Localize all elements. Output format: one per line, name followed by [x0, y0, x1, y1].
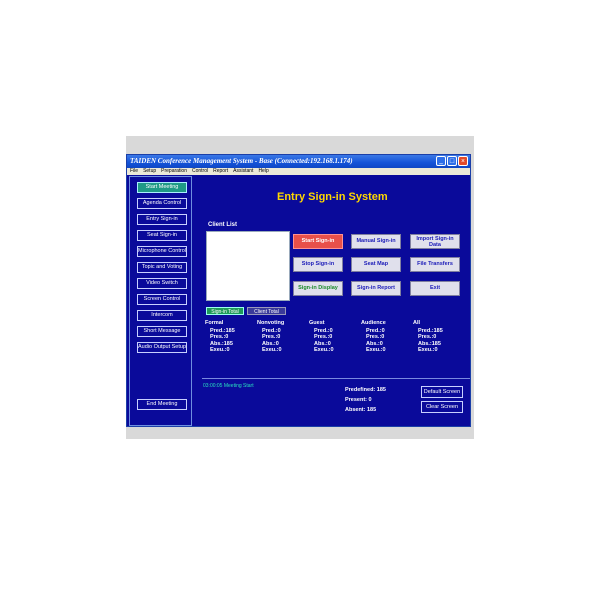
- client-list[interactable]: [206, 231, 290, 301]
- sidebar-item-video-switch[interactable]: Video Switch: [137, 278, 187, 289]
- stat-column-guest: Guest Pred.:0 Pres.:0 Abs.:0 Exeu.:0: [309, 320, 349, 354]
- close-icon[interactable]: ×: [458, 156, 468, 166]
- predefined-count: Predefined: 185: [345, 387, 386, 393]
- stat-header: All: [413, 320, 421, 326]
- sidebar-item-short-message[interactable]: Short Message: [137, 326, 187, 337]
- menu-report[interactable]: Report: [213, 168, 228, 175]
- sidebar-item-microphone-control[interactable]: Microphone Control: [137, 246, 187, 257]
- stat-header: Guest: [309, 320, 325, 326]
- menu-assistant[interactable]: Assistant: [233, 168, 253, 175]
- maximize-icon[interactable]: □: [447, 156, 457, 166]
- minimize-icon[interactable]: _: [436, 156, 446, 166]
- file-transfers-button[interactable]: File Transfers: [410, 257, 460, 272]
- menu-file[interactable]: File: [130, 168, 138, 175]
- stat-column-all: All Pred.:185 Pres.:0 Abs.:185 Exeu.:0: [413, 320, 453, 354]
- sidebar-item-entry-sign-in[interactable]: Entry Sign-in: [137, 214, 187, 225]
- page-title: Entry Sign-in System: [277, 191, 388, 203]
- stat-column-audience: Audience Pred.:0 Pres.:0 Abs.:0 Exeu.:0: [361, 320, 401, 354]
- stat-column-nonvoting: Nonvoting Pred.:0 Pres.:0 Abs.:0 Exeu.:0: [257, 320, 297, 354]
- sidebar: Start Meeting Agenda Control Entry Sign-…: [129, 176, 192, 426]
- divider: [202, 378, 470, 379]
- sidebar-item-topic-and-voting[interactable]: Topic and Voting: [137, 262, 187, 273]
- sidebar-item-screen-control[interactable]: Screen Control: [137, 294, 187, 305]
- sidebar-item-agenda-control[interactable]: Agenda Control: [137, 198, 187, 209]
- seat-map-button[interactable]: Seat Map: [351, 257, 401, 272]
- stat-header: Formal: [205, 320, 224, 326]
- sidebar-item-audio-output-setup[interactable]: Audio Output Setup: [137, 342, 187, 353]
- stop-sign-in-button[interactable]: Stop Sign-in: [293, 257, 343, 272]
- absent-count: Absent: 185: [345, 407, 377, 413]
- stat-exeu: Exeu.:0: [366, 347, 386, 353]
- menu-preparation[interactable]: Preparation: [161, 168, 187, 175]
- sidebar-item-start-meeting[interactable]: Start Meeting: [137, 182, 187, 193]
- start-sign-in-button[interactable]: Start Sign-in: [293, 234, 343, 249]
- stat-exeu: Exeu.:0: [418, 347, 438, 353]
- sidebar-item-seat-sign-in[interactable]: Seat Sign-in: [137, 230, 187, 241]
- stat-exeu: Exeu.:0: [314, 347, 334, 353]
- stat-exeu: Exeu.:0: [262, 347, 282, 353]
- tab-sign-in-total[interactable]: Sign-in Total: [206, 307, 244, 315]
- import-sign-in-data-button[interactable]: Import Sign-in Data: [410, 234, 460, 249]
- clear-screen-button[interactable]: Clear Screen: [421, 401, 463, 413]
- window-title: TAIDEN Conference Management System - Ba…: [130, 157, 353, 165]
- end-meeting-button[interactable]: End Meeting: [137, 399, 187, 410]
- tab-client-total[interactable]: Client Total: [247, 307, 286, 315]
- window-controls: _ □ ×: [436, 156, 468, 166]
- stat-column-formal: Formal Pred.:185 Pres.:0 Abs.:185 Exeu.:…: [205, 320, 245, 354]
- sidebar-item-intercom[interactable]: Intercom: [137, 310, 187, 321]
- sign-in-display-button[interactable]: Sign-in Display: [293, 281, 343, 296]
- client-list-label: Client List: [208, 222, 238, 228]
- menu-control[interactable]: Control: [192, 168, 208, 175]
- sign-in-report-button[interactable]: Sign-in Report: [351, 281, 401, 296]
- stat-exeu: Exeu.:0: [210, 347, 230, 353]
- app-window: TAIDEN Conference Management System - Ba…: [126, 154, 471, 427]
- stat-header: Audience: [361, 320, 386, 326]
- manual-sign-in-button[interactable]: Manual Sign-in: [351, 234, 401, 249]
- title-bar: TAIDEN Conference Management System - Ba…: [127, 155, 470, 168]
- menu-help[interactable]: Help: [258, 168, 268, 175]
- default-screen-button[interactable]: Default Screen: [421, 386, 463, 398]
- event-log: 03:00:05 Meeting Start: [203, 383, 254, 389]
- exit-button[interactable]: Exit: [410, 281, 460, 296]
- stat-header: Nonvoting: [257, 320, 285, 326]
- attendance-summary: Predefined: 185 Present: 0 Absent: 185: [345, 385, 386, 415]
- menu-bar: File Setup Preparation Control Report As…: [127, 168, 470, 175]
- present-count: Present: 0: [345, 397, 372, 403]
- menu-setup[interactable]: Setup: [143, 168, 156, 175]
